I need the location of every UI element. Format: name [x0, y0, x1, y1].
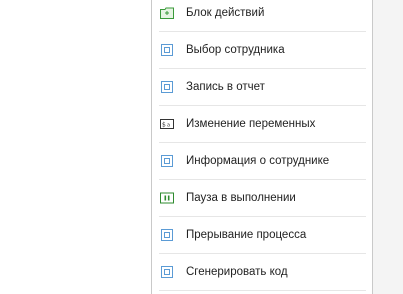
variable-change-icon: $ a	[160, 119, 174, 129]
action-list-panel: Блок действий Выбор сотрудника Запись в …	[151, 0, 373, 294]
menu-item-label: Выбор сотрудника	[186, 44, 285, 56]
menu-item-label: Сгенерировать код	[186, 266, 288, 278]
component-icon	[161, 229, 173, 241]
menu-item-write-report[interactable]: Запись в отчет	[159, 69, 366, 106]
menu-item-action-block[interactable]: Блок действий	[159, 0, 366, 32]
svg-text:$: $	[162, 122, 166, 129]
menu-item-label: Прерывание процесса	[186, 229, 307, 241]
component-icon	[161, 81, 173, 93]
menu-item-employee-info[interactable]: Информация о сотруднике	[159, 143, 366, 180]
component-icon	[161, 266, 173, 278]
component-icon	[161, 155, 173, 167]
folder-block-icon	[160, 7, 174, 19]
menu-item-change-variables[interactable]: $ a Изменение переменных	[159, 106, 366, 143]
pause-icon	[160, 192, 174, 204]
menu-item-label: Изменение переменных	[186, 118, 316, 130]
menu-item-generate-code[interactable]: Сгенерировать код	[159, 254, 366, 291]
component-icon	[161, 44, 173, 56]
menu-item-pause-execution[interactable]: Пауза в выполнении	[159, 180, 366, 217]
menu-item-abort-process[interactable]: Прерывание процесса	[159, 217, 366, 254]
svg-text:a: a	[167, 123, 170, 129]
menu-item-label: Пауза в выполнении	[186, 192, 296, 204]
menu-item-label: Информация о сотруднике	[186, 155, 330, 167]
menu-item-label: Запись в отчет	[186, 81, 265, 93]
menu-item-select-employee[interactable]: Выбор сотрудника	[159, 32, 366, 69]
stage: Блок действий Выбор сотрудника Запись в …	[0, 0, 403, 294]
right-gutter	[373, 0, 403, 294]
menu-item-label: Блок действий	[186, 7, 265, 19]
